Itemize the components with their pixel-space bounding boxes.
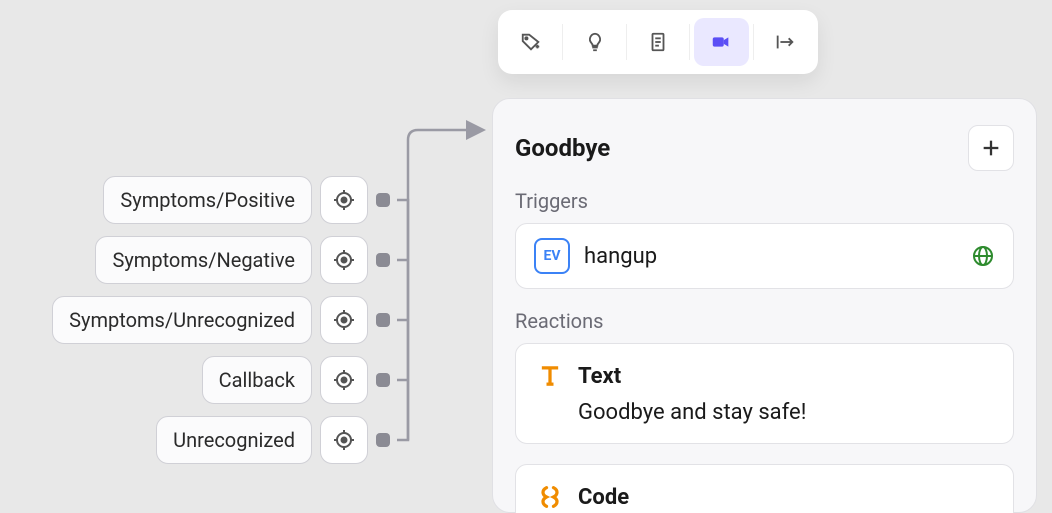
port-stub: [376, 253, 390, 267]
toolbar-bulb-button[interactable]: [567, 18, 621, 66]
event-badge: EV: [534, 238, 570, 274]
reaction-title: Code: [578, 485, 629, 510]
globe-icon: [971, 244, 995, 268]
target-icon: [332, 188, 356, 212]
port-stub: [376, 313, 390, 327]
add-button[interactable]: [968, 125, 1014, 171]
source-node[interactable]: Callback: [202, 356, 312, 404]
target-icon: [332, 428, 356, 452]
source-port[interactable]: [320, 176, 368, 224]
toolbar-document-button[interactable]: [631, 18, 685, 66]
node-panel: Goodbye Triggers EV hangup Reactions Tex…: [492, 98, 1037, 513]
toolbar-camera-button[interactable]: [694, 18, 748, 66]
source-label: Callback: [219, 368, 295, 392]
source-port[interactable]: [320, 416, 368, 464]
reactions-label: Reactions: [515, 309, 1014, 333]
source-label: Symptoms/Unrecognized: [69, 308, 295, 332]
tag-icon: [520, 31, 542, 53]
document-icon: [647, 31, 669, 53]
source-node[interactable]: Symptoms/Unrecognized: [52, 296, 312, 344]
bulb-icon: [584, 31, 606, 53]
separator: [689, 24, 690, 60]
reaction-body: Goodbye and stay safe!: [536, 400, 993, 425]
reaction-title: Text: [578, 364, 621, 389]
target-icon: [332, 248, 356, 272]
target-icon: [332, 308, 356, 332]
source-label: Symptoms/Negative: [112, 248, 295, 272]
trigger-name: hangup: [584, 244, 957, 269]
toolbar-export-button[interactable]: [758, 18, 812, 66]
source-port[interactable]: [320, 296, 368, 344]
source-label: Unrecognized: [173, 428, 295, 452]
export-icon: [774, 31, 796, 53]
target-icon: [332, 368, 356, 392]
reaction-text-card[interactable]: Text Goodbye and stay safe!: [515, 343, 1014, 444]
text-icon: [536, 362, 564, 390]
source-node[interactable]: Unrecognized: [156, 416, 312, 464]
panel-title: Goodbye: [515, 134, 610, 162]
toolbar-tag-button[interactable]: [504, 18, 558, 66]
reaction-code-card[interactable]: Code: [515, 464, 1014, 513]
camera-icon: [710, 31, 732, 53]
source-port[interactable]: [320, 236, 368, 284]
source-node[interactable]: Symptoms/Negative: [95, 236, 312, 284]
source-port[interactable]: [320, 356, 368, 404]
toolbar: [498, 10, 818, 74]
port-stub: [376, 433, 390, 447]
plus-icon: [980, 137, 1002, 159]
trigger-row[interactable]: EV hangup: [515, 223, 1014, 289]
separator: [626, 24, 627, 60]
code-icon: [536, 483, 564, 511]
triggers-label: Triggers: [515, 189, 1014, 213]
separator: [562, 24, 563, 60]
port-stub: [376, 373, 390, 387]
port-stub: [376, 193, 390, 207]
source-node[interactable]: Symptoms/Positive: [103, 176, 312, 224]
source-label: Symptoms/Positive: [120, 188, 295, 212]
separator: [753, 24, 754, 60]
